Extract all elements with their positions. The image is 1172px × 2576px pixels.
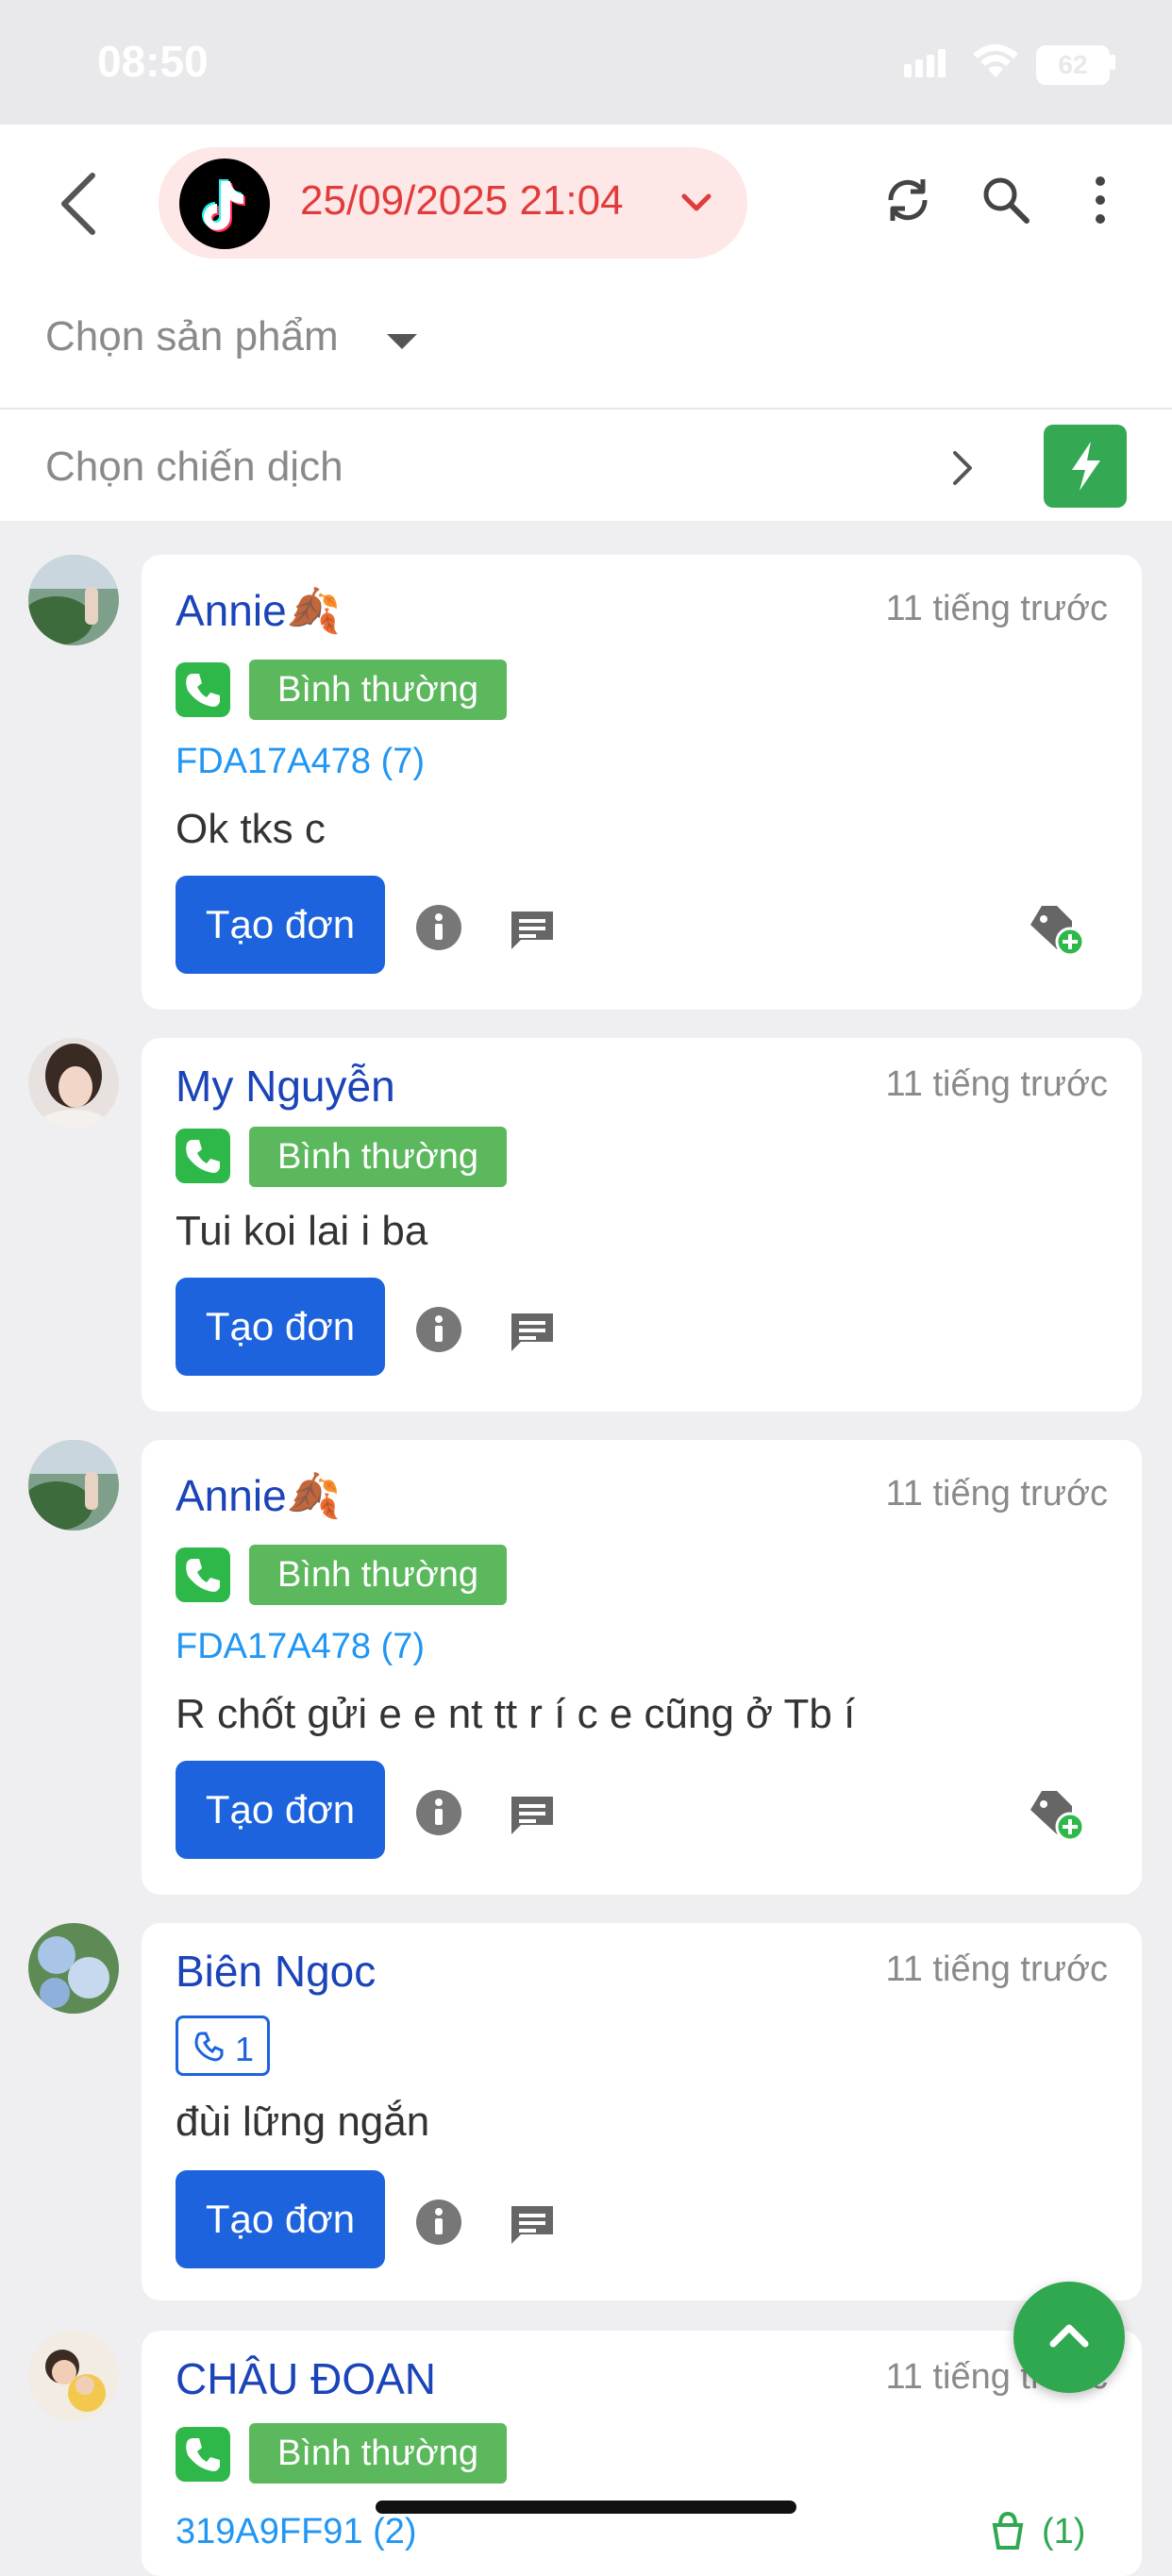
phone-icon [176,2427,230,2482]
customer-name: Annie🍂 [176,586,341,635]
info-icon[interactable] [415,1789,462,1836]
shopping-bag-icon[interactable] [987,2510,1029,2551]
customer-name: My Nguyễn [176,1062,395,1111]
phone-outline-icon [194,2032,224,2062]
last-message: Ok tks c [176,806,326,852]
time-ago: 11 tiếng trước [885,1064,1108,1104]
refresh-icon[interactable] [881,174,934,226]
selected-datetime: 25/09/2025 21:04 [300,177,624,224]
home-indicator[interactable] [376,2501,796,2514]
caret-down-icon[interactable] [387,334,417,349]
wifi-icon [973,44,1018,77]
status-badge: Bình thường [249,1127,508,1187]
info-icon[interactable] [415,2199,462,2246]
avatar[interactable] [28,555,119,645]
message-icon[interactable] [508,1310,557,1355]
search-icon[interactable] [979,174,1032,226]
lightning-icon [1072,442,1100,491]
more-vertical-icon[interactable] [1085,174,1115,226]
battery-indicator: 62 [1036,45,1110,85]
phone-icon [176,1129,230,1183]
status-time: 08:50 [97,37,209,86]
time-ago: 11 tiếng trước [885,589,1108,628]
avatar[interactable] [28,1923,119,2014]
add-tag-icon[interactable] [1023,895,1089,961]
avatar[interactable] [28,2331,119,2421]
conversation-card[interactable]: CHÂU ĐOAN 11 tiếng trước Bình thường 319… [142,2331,1142,2576]
call-count-badge[interactable]: 1 [176,2016,270,2076]
message-icon[interactable] [508,2202,557,2248]
customer-name: CHÂU ĐOAN [176,2354,437,2403]
status-badge: Bình thường [249,1545,508,1605]
quick-action-button[interactable] [1044,425,1127,508]
tiktok-logo-icon [179,159,270,249]
call-count: 1 [235,2030,255,2068]
conversation-card[interactable]: Annie🍂 11 tiếng trước Bình thường FDA17A… [142,555,1142,1010]
avatar[interactable] [28,1038,119,1129]
chevron-up-icon [1049,2324,1089,2348]
create-order-button[interactable]: Tạo đơn [176,876,385,974]
header: 25/09/2025 21:04 Chọn sản phẩm [0,125,1172,410]
last-message: đùi lững ngắn [176,2099,430,2145]
info-icon[interactable] [415,904,462,951]
customer-name: Biên Ngoc [176,1947,377,1996]
phone-icon [176,662,230,717]
last-message: R chốt gửi e e nt tt r í c e cũng ở Tb í [176,1691,856,1737]
customer-name: Annie🍂 [176,1471,341,1520]
info-icon[interactable] [415,1306,462,1353]
campaign-select[interactable]: Chọn chiến dịch [0,410,1172,521]
status-bar: 08:50 62 [0,0,1172,125]
back-arrow-icon[interactable] [57,172,98,236]
status-badge: Bình thường [249,2423,508,2484]
last-message: Tui koi lai i ba [176,1208,428,1254]
conversation-card[interactable]: Annie🍂 11 tiếng trước Bình thường FDA17A… [142,1440,1142,1895]
product-select[interactable]: Chọn sản phẩm [45,313,339,360]
create-order-button[interactable]: Tạo đơn [176,2170,385,2268]
order-code-link[interactable]: 319A9FF91 (2) [176,2512,417,2552]
message-icon[interactable] [508,1793,557,1838]
date-selector[interactable]: 25/09/2025 21:04 [159,147,747,259]
conversation-card[interactable]: Biên Ngoc 11 tiếng trước 1 đùi lững ngắn… [142,1923,1142,2300]
chevron-right-icon [953,451,972,485]
add-tag-icon[interactable] [1023,1780,1089,1846]
campaign-placeholder: Chọn chiến dịch [45,443,343,490]
avatar[interactable] [28,1440,119,1531]
conversation-card[interactable]: My Nguyễn 11 tiếng trước Bình thường Tui… [142,1038,1142,1412]
create-order-button[interactable]: Tạo đơn [176,1761,385,1859]
signal-icon [904,49,946,77]
scroll-to-top-button[interactable] [1013,2282,1125,2393]
order-code-link[interactable]: FDA17A478 (7) [176,1627,425,1667]
status-badge: Bình thường [249,660,508,720]
order-code-link[interactable]: FDA17A478 (7) [176,742,425,782]
message-icon[interactable] [508,908,557,953]
cart-count: (1) [1042,2512,1086,2551]
time-ago: 11 tiếng trước [885,1474,1108,1514]
phone-icon [176,1547,230,1602]
create-order-button[interactable]: Tạo đơn [176,1278,385,1376]
battery-tip [1110,55,1115,70]
chevron-down-icon [681,193,712,211]
time-ago: 11 tiếng trước [885,1949,1108,1989]
